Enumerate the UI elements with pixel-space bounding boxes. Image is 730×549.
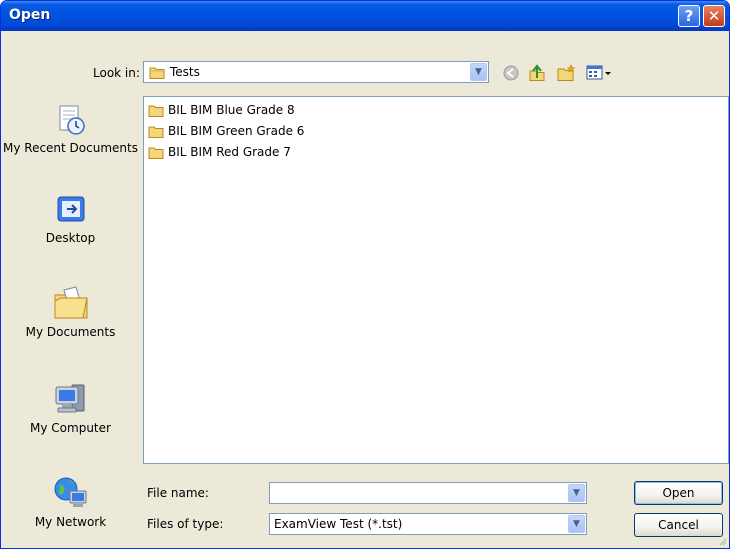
- chevron-down-icon[interactable]: ▼: [568, 484, 585, 502]
- place-desktop[interactable]: Desktop: [1, 193, 140, 246]
- folder-icon: [148, 105, 164, 117]
- files-of-type-label: Files of type:: [147, 517, 224, 531]
- chevron-down-icon[interactable]: ▼: [470, 63, 487, 81]
- files-of-type-value: ExamView Test (*.tst): [274, 517, 403, 531]
- chevron-down-icon[interactable]: ▼: [568, 515, 585, 533]
- help-button[interactable]: ?: [678, 5, 700, 27]
- place-my-documents[interactable]: My Documents: [1, 285, 140, 340]
- file-name: BIL BIM Green Grade 6: [168, 124, 305, 138]
- place-label: Desktop: [45, 231, 96, 245]
- look-in-label: Look in:: [93, 66, 140, 80]
- place-label: My Network: [34, 515, 107, 529]
- resize-grip-icon[interactable]: [717, 536, 727, 546]
- place-my-computer[interactable]: My Computer: [1, 381, 140, 436]
- file-name-input[interactable]: [272, 484, 566, 502]
- close-icon: ✕: [707, 7, 721, 25]
- place-label: My Recent Documents: [3, 141, 138, 155]
- title-bar[interactable]: Open ? ✕: [1, 1, 729, 31]
- look-in-value: Tests: [170, 65, 200, 79]
- desktop-icon: [57, 196, 84, 222]
- file-name: BIL BIM Red Grade 7: [168, 145, 291, 159]
- place-label: My Computer: [30, 421, 111, 435]
- my-documents-icon: [54, 286, 88, 319]
- folder-icon: [148, 147, 164, 159]
- file-name: BIL BIM Blue Grade 8: [168, 103, 295, 117]
- view-menu-icon[interactable]: [585, 63, 613, 83]
- recent-documents-icon: [59, 105, 85, 135]
- cancel-button[interactable]: Cancel: [634, 513, 723, 537]
- folder-icon: [149, 67, 165, 79]
- file-name-label: File name:: [147, 486, 209, 500]
- place-my-recent-documents[interactable]: My Recent Documents: [1, 103, 140, 156]
- place-label: My Documents: [25, 325, 116, 339]
- places-bar: My Recent Documents Desktop My Documents: [1, 93, 140, 548]
- open-dialog: Open ? ✕ Look in: Tests ▼ My Recent Docu…: [0, 0, 730, 549]
- create-new-folder-icon[interactable]: [556, 63, 576, 83]
- close-button[interactable]: ✕: [703, 5, 725, 27]
- help-icon: ?: [684, 7, 694, 25]
- my-computer-icon: [55, 384, 84, 413]
- window-title: Open: [9, 7, 51, 23]
- up-one-level-icon[interactable]: [527, 63, 547, 83]
- back-icon[interactable]: [501, 63, 521, 83]
- look-in-dropdown[interactable]: Tests ▼: [143, 61, 489, 83]
- my-network-icon: [54, 477, 86, 507]
- place-my-network[interactable]: My Network: [1, 475, 140, 530]
- open-button[interactable]: Open: [634, 481, 723, 505]
- file-name-combo[interactable]: ▼: [269, 482, 587, 504]
- file-list[interactable]: BIL BIM Blue Grade 8 BIL BIM Green Grade…: [143, 96, 729, 464]
- folder-icon: [148, 126, 164, 138]
- files-of-type-dropdown[interactable]: ExamView Test (*.tst) ▼: [269, 513, 587, 535]
